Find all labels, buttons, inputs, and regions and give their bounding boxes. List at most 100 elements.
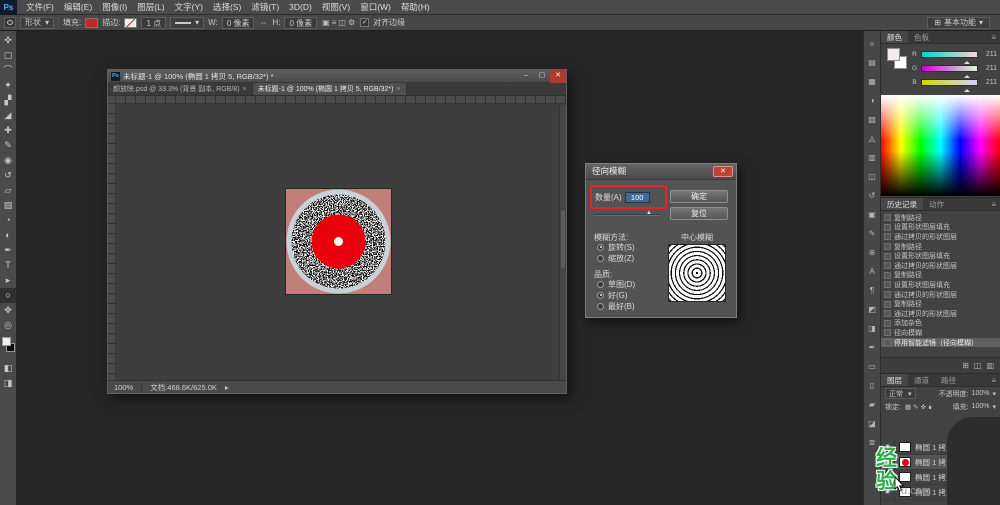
menu-item[interactable]: 编辑(E) [59,0,97,15]
menu-item[interactable]: 文字(Y) [170,0,208,15]
link-dimensions-icon[interactable]: ⇔ [258,18,268,27]
shape-settings-icon[interactable]: ⚙ [347,18,356,27]
styles-panel-icon[interactable]: ▧ [863,113,881,127]
tool-preset-icon[interactable] [4,17,16,28]
path-operations-icon[interactable]: ▣ [321,18,331,27]
menu-item[interactable]: 选择(S) [208,0,246,15]
minimize-button[interactable]: – [518,70,534,83]
chevron-down-icon[interactable]: ▾ [992,390,996,398]
history-state[interactable]: 径向模糊 [881,328,1000,338]
screen-mode-icon[interactable]: ◨ [0,376,16,391]
history-panel-icon[interactable]: ↺ [863,189,881,203]
reset-button[interactable]: 复位 [670,207,728,220]
paths-panel-icon[interactable]: ✒ [863,341,881,355]
gradient-tool[interactable]: ▨ [0,198,16,213]
lasso-tool[interactable]: ⌒ [0,63,16,78]
panel-tab[interactable]: 通道 [908,374,935,386]
chevron-down-icon[interactable]: ▾ [992,403,996,411]
panel-tab[interactable]: 历史记录 [881,198,923,210]
notes-panel-icon[interactable]: ▯ [863,379,881,393]
menu-item[interactable]: 图层(L) [132,0,169,15]
lock-all-icon[interactable]: ∎ [927,403,933,411]
tool-mode-select[interactable]: 形状 ▾ [20,17,54,29]
quality-option[interactable]: 草图(D) [597,280,635,288]
menu-item[interactable]: 文件(F) [21,0,59,15]
zoom-level[interactable]: 100% [114,383,142,392]
history-state[interactable]: 复制路径 [881,271,1000,281]
panel-tab[interactable]: 颜色 [881,31,908,43]
crop-tool[interactable]: ▞ [0,93,16,108]
slider-thumb-icon[interactable]: ▲ [646,210,652,216]
path-selection-tool[interactable]: ▸ [0,273,16,288]
menu-item[interactable]: 图像(I) [97,0,132,15]
quality-option[interactable]: 好(G) [597,291,635,299]
quick-selection-tool[interactable]: ✦ [0,78,16,93]
spot-healing-tool[interactable]: ✚ [0,123,16,138]
width-field[interactable]: 0 像素 [222,17,255,29]
channel-slider[interactable] [921,65,978,72]
layer-thumbnail[interactable] [899,457,911,467]
dialog-close-button[interactable]: ✕ [713,166,733,177]
pen-tool[interactable]: ✒ [0,243,16,258]
character-panel-icon[interactable]: A [863,265,881,279]
history-state[interactable]: 复制路径 [881,242,1000,252]
tab-close-icon[interactable]: × [397,86,401,93]
menu-item[interactable]: 3D(D) [284,0,317,15]
lock-pixels-icon[interactable]: ✎ [912,403,919,411]
blend-mode-select[interactable]: 正常 ▾ [885,388,916,399]
timeline-panel-icon[interactable]: ▭ [863,360,881,374]
color-spectrum[interactable] [881,95,1000,196]
history-state[interactable]: 通过拷贝的形状图层 [881,261,1000,271]
panel-tab[interactable]: 色板 [908,31,935,43]
brush-tool[interactable]: ✎ [0,138,16,153]
hand-tool[interactable]: ✥ [0,303,16,318]
history-state[interactable]: 通过拷贝的形状图层 [881,290,1000,300]
masks-panel-icon[interactable]: ◪ [863,417,881,431]
fill-swatch[interactable] [85,18,98,28]
amount-field[interactable]: 100 [625,192,650,203]
tab-close-icon[interactable]: × [243,86,247,93]
menu-item[interactable]: 滤镜(T) [246,0,284,15]
history-state[interactable]: 添加杂色 [881,319,1000,329]
channel-value[interactable]: 211 [981,51,997,58]
layer-comps-panel-icon[interactable]: ◩ [863,303,881,317]
history-state[interactable]: 设置形状图层填充 [881,251,1000,261]
history-state[interactable]: 复制路径 [881,213,1000,223]
align-edges-checkbox[interactable]: ✓ [360,18,369,27]
scrollbar-thumb[interactable] [561,210,565,268]
eyedropper-tool[interactable]: ◢ [0,108,16,123]
document-tab[interactable]: 颜放映.psd @ 33.3% (背景 副本, RGB/8) × [108,83,253,95]
menu-item[interactable]: 窗口(W) [355,0,396,15]
history-state[interactable]: 通过拷贝的形状图层 [881,232,1000,242]
adjustments-panel-icon[interactable]: ◑ [863,94,881,108]
menu-item[interactable]: 帮助(H) [396,0,435,15]
fill-value[interactable]: 100% [972,403,990,410]
ok-button[interactable]: 确定 [670,190,728,203]
document-tab[interactable]: 未标题-1 @ 100% (椭圆 1 拷贝 5, RGB/32*) × [253,83,407,95]
channel-slider[interactable] [921,79,978,86]
lock-position-icon[interactable]: ✜ [920,403,927,411]
brush-panel-icon[interactable]: ✎ [863,227,881,241]
history-state[interactable]: 通过拷贝的形状图层 [881,309,1000,319]
history-state[interactable]: 设置形状图层填充 [881,223,1000,233]
histogram-panel-icon[interactable]: ▥ [863,151,881,165]
restore-button[interactable]: ▢ [534,70,550,83]
opacity-value[interactable]: 100% [972,390,990,397]
panel-menu-icon[interactable]: ≡ [987,374,1000,386]
quality-option[interactable]: 最好(B) [597,302,635,310]
foreground-color-swatch[interactable] [2,337,11,346]
panel-menu-icon[interactable]: ≡ [987,31,1000,43]
collapse-dock-icon[interactable]: « [863,37,881,51]
foreground-color-swatch[interactable] [887,48,900,61]
vertical-scrollbar[interactable] [559,105,566,380]
color-panel-icon[interactable]: ▤ [863,56,881,70]
tool-presets-panel-icon[interactable]: ▰ [863,398,881,412]
type-tool[interactable]: T [0,258,16,273]
delete-state-icon[interactable]: ▥ [986,361,994,370]
new-snapshot-icon[interactable]: ◫ [974,361,982,370]
panel-menu-icon[interactable]: ≡ [987,198,1000,210]
paragraph-panel-icon[interactable]: ¶ [863,284,881,298]
document-titlebar[interactable]: Ps 未标题-1 @ 100% (椭圆 1 拷贝 5, RGB/32*) * –… [108,70,566,83]
blur-center-preview[interactable] [668,244,726,302]
workspace-switcher[interactable]: ⊞ 基本功能 ▾ [927,17,990,29]
